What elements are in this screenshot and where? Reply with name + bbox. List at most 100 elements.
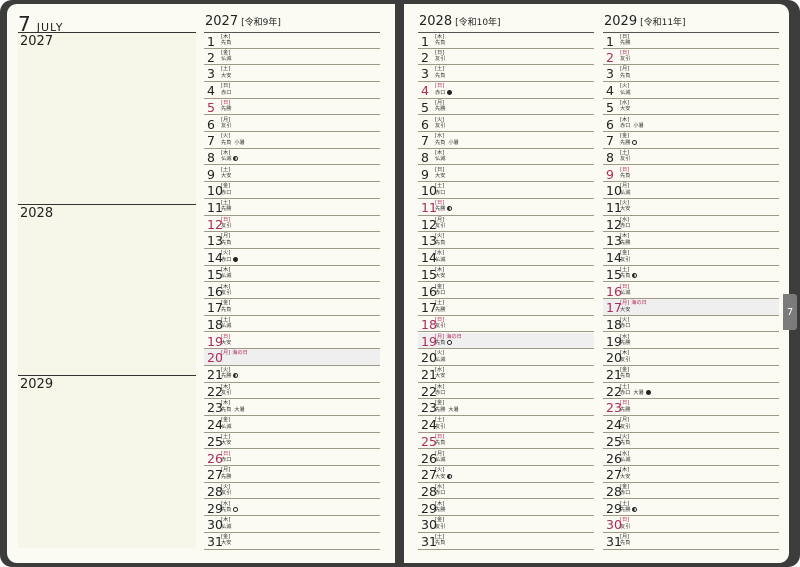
day-row[interactable]: 6 [火] 友引 bbox=[418, 116, 594, 132]
day-row[interactable]: 26 [日] 赤口 bbox=[204, 450, 380, 466]
day-row[interactable]: 26 [水] 仏滅 bbox=[603, 450, 779, 466]
day-row[interactable]: 24 [土] 友引 bbox=[418, 416, 594, 433]
day-row[interactable]: 15 [土] 先負 bbox=[603, 266, 779, 283]
day-row[interactable]: 14 [水] 仏滅 bbox=[418, 249, 594, 266]
day-row[interactable]: 17 [土] 先勝 bbox=[418, 299, 594, 316]
day-row[interactable]: 8 [木] 仏滅 bbox=[418, 149, 594, 166]
day-row[interactable]: 5 [月] 先勝 bbox=[418, 99, 594, 116]
day-row[interactable]: 16 [木] 友引 bbox=[204, 283, 380, 299]
day-row[interactable]: 24 [金] 仏滅 bbox=[204, 416, 380, 433]
day-row[interactable]: 31 [土] 先負 bbox=[418, 533, 594, 550]
day-row[interactable]: 2 [日] 友引 bbox=[418, 49, 594, 66]
day-row[interactable]: 16 [日] 仏滅 bbox=[603, 283, 779, 299]
day-row[interactable]: 30 [金] 友引 bbox=[418, 516, 594, 533]
day-row[interactable]: 10 [金] 赤口 bbox=[204, 182, 380, 199]
day-row[interactable]: 25 [日] 先負 bbox=[418, 433, 594, 450]
day-row[interactable]: 1 [木] 先負 bbox=[204, 32, 380, 49]
day-row[interactable]: 10 [土] 赤口 bbox=[418, 182, 594, 199]
day-row[interactable]: 12 [日] 友引 bbox=[204, 216, 380, 233]
day-row[interactable]: 13 [木] 先勝 bbox=[603, 232, 779, 249]
day-row[interactable]: 20 [月] 海の日 bbox=[204, 349, 380, 366]
rokuyo-label: 友引 bbox=[620, 523, 631, 530]
day-row[interactable]: 25 [火] 先負 bbox=[603, 433, 779, 450]
day-row[interactable]: 23 [木] 先負 大暑 bbox=[204, 399, 380, 416]
day-row[interactable]: 13 [火] 先負 bbox=[418, 232, 594, 249]
day-row[interactable]: 9 [日] 先負 bbox=[603, 166, 779, 183]
day-row[interactable]: 16 [金] 赤口 bbox=[418, 283, 594, 299]
day-row[interactable]: 14 [金] 友引 bbox=[603, 249, 779, 266]
day-row[interactable]: 3 [土] 大安 bbox=[204, 65, 380, 82]
day-row[interactable]: 28 [水] 赤口 bbox=[418, 483, 594, 500]
day-row[interactable]: 4 [日] 赤口 bbox=[204, 82, 380, 99]
day-row[interactable]: 21 [金] 先負 bbox=[603, 366, 779, 383]
day-row[interactable]: 11 [日] 先勝 bbox=[418, 199, 594, 216]
day-row[interactable]: 22 [木] 友引 bbox=[204, 383, 380, 400]
day-row[interactable]: 8 [木] 仏滅 bbox=[204, 149, 380, 166]
day-row[interactable]: 5 [水] 大安 bbox=[603, 99, 779, 116]
day-row[interactable]: 22 [木] 赤口 bbox=[418, 383, 594, 400]
day-row[interactable]: 19 [日] 大安 bbox=[204, 333, 380, 350]
day-row[interactable]: 17 [金] 先負 bbox=[204, 299, 380, 316]
day-row[interactable]: 17 [月] 海の日 大安 bbox=[603, 299, 779, 316]
day-row[interactable]: 29 [水] 先負 bbox=[204, 500, 380, 517]
day-row[interactable]: 14 [火] 赤口 bbox=[204, 249, 380, 266]
day-row[interactable]: 18 [日] 友引 bbox=[418, 316, 594, 333]
day-row[interactable]: 7 [金] 先勝 bbox=[603, 132, 779, 149]
day-row[interactable]: 7 [火] 先負 小暑 bbox=[204, 132, 380, 149]
day-row[interactable]: 8 [土] 友引 bbox=[603, 149, 779, 166]
day-row[interactable]: 5 [日] 先勝 bbox=[204, 99, 380, 116]
day-row[interactable]: 11 [火] 大安 bbox=[603, 199, 779, 216]
day-row[interactable]: 2 [日] 友引 bbox=[603, 49, 779, 66]
day-row[interactable]: 19 [水] 先勝 bbox=[603, 333, 779, 350]
memo-area-2[interactable] bbox=[18, 205, 196, 375]
day-row[interactable]: 1 [日] 先勝 bbox=[603, 32, 779, 49]
day-row[interactable]: 1 [木] 先負 bbox=[418, 32, 594, 49]
day-row[interactable]: 13 [月] 先負 bbox=[204, 232, 380, 249]
day-row[interactable]: 23 [日] 先勝 bbox=[603, 399, 779, 416]
day-row[interactable]: 21 [火] 先勝 bbox=[204, 366, 380, 383]
day-row[interactable]: 15 [木] 仏滅 bbox=[204, 266, 380, 283]
day-row[interactable]: 19 [月] 海の日 先負 bbox=[418, 332, 594, 350]
day-row[interactable]: 28 [金] 赤口 bbox=[603, 483, 779, 500]
day-row[interactable]: 18 [土] 仏滅 bbox=[204, 316, 380, 333]
memo-area-3[interactable] bbox=[18, 376, 196, 548]
day-row[interactable]: 30 [木] 仏滅 bbox=[204, 516, 380, 533]
weekday-label: [木] bbox=[620, 116, 630, 123]
day-row[interactable]: 22 [土] 赤口 大暑 bbox=[603, 383, 779, 400]
day-row[interactable]: 6 [月] 友引 bbox=[204, 116, 380, 132]
day-row[interactable]: 21 [水] 大安 bbox=[418, 366, 594, 383]
day-row[interactable]: 27 [火] 大安 bbox=[418, 466, 594, 483]
day-row[interactable]: 30 [日] 友引 bbox=[603, 516, 779, 533]
day-row[interactable]: 6 [木] 赤口 小暑 bbox=[603, 116, 779, 132]
day-row[interactable]: 12 [月] 友引 bbox=[418, 216, 594, 233]
day-row[interactable]: 26 [月] 仏滅 bbox=[418, 450, 594, 466]
day-row[interactable]: 29 [土] 先勝 bbox=[603, 500, 779, 517]
day-row[interactable]: 27 [月] 先勝 bbox=[204, 466, 380, 483]
day-row[interactable]: 31 [月] 先負 bbox=[603, 533, 779, 550]
day-row[interactable]: 20 [火] 仏滅 bbox=[418, 349, 594, 366]
day-row[interactable]: 28 [火] 友引 bbox=[204, 483, 380, 500]
day-row[interactable]: 24 [月] 友引 bbox=[603, 416, 779, 433]
day-row[interactable]: 12 [水] 赤口 bbox=[603, 216, 779, 233]
rokuyo-label: 赤口 bbox=[221, 189, 232, 196]
memo-area-1[interactable] bbox=[18, 33, 196, 204]
day-row[interactable]: 9 [日] 大安 bbox=[418, 166, 594, 183]
day-row[interactable]: 11 [土] 先勝 bbox=[204, 199, 380, 216]
day-row[interactable]: 3 [月] 先負 bbox=[603, 65, 779, 82]
day-row[interactable]: 15 [木] 大安 bbox=[418, 266, 594, 283]
day-row[interactable]: 9 [土] 大安 bbox=[204, 166, 380, 183]
day-row[interactable]: 31 [金] 大安 bbox=[204, 533, 380, 550]
day-row[interactable]: 23 [金] 先勝 大暑 bbox=[418, 399, 594, 416]
day-row[interactable]: 3 [土] 先負 bbox=[418, 65, 594, 82]
day-row[interactable]: 29 [木] 先勝 bbox=[418, 500, 594, 517]
day-row[interactable]: 20 [木] 友引 bbox=[603, 349, 779, 366]
day-row[interactable]: 25 [土] 大安 bbox=[204, 433, 380, 450]
day-row[interactable]: 27 [木] 大安 bbox=[603, 466, 779, 483]
day-row[interactable]: 10 [月] 仏滅 bbox=[603, 182, 779, 199]
day-row[interactable]: 4 [日] 赤口 bbox=[418, 82, 594, 99]
day-row[interactable]: 7 [水] 先負 小暑 bbox=[418, 132, 594, 149]
day-row[interactable]: 18 [火] 赤口 bbox=[603, 316, 779, 333]
month-index-tab[interactable]: 7 bbox=[783, 294, 797, 330]
day-row[interactable]: 4 [火] 仏滅 bbox=[603, 82, 779, 99]
day-row[interactable]: 2 [金] 仏滅 bbox=[204, 49, 380, 66]
